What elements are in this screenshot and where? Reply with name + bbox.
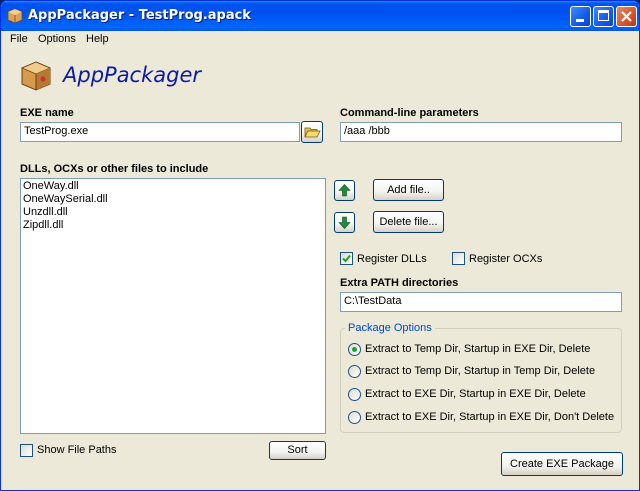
arrow-up-icon [338, 184, 351, 197]
show-file-paths-checkbox[interactable] [20, 444, 33, 457]
maximize-icon [598, 10, 609, 21]
show-file-paths-label: Show File Paths [37, 444, 117, 456]
package-box-icon [20, 61, 52, 91]
radio-selected-dot [352, 347, 357, 352]
window-title: AppPackager - TestProg.apack [28, 8, 251, 23]
package-options-title: Package Options [345, 322, 435, 334]
close-button[interactable] [616, 6, 637, 27]
radio-exe-exe-keep[interactable] [348, 411, 361, 424]
move-down-button[interactable] [334, 212, 355, 233]
list-item[interactable]: Unzdll.dll [23, 206, 323, 219]
list-item[interactable]: Zipdll.dll [23, 219, 323, 232]
menu-bar: File Options Help [1, 31, 639, 49]
app-window: AppPackager - TestProg.apack File Option… [0, 0, 640, 491]
register-ocxs-checkbox[interactable] [452, 252, 465, 265]
delete-file-button-label: Delete file... [379, 216, 438, 228]
files-label: DLLs, OCXs or other files to include [20, 163, 209, 175]
radio-exe-exe-delete[interactable] [348, 388, 361, 401]
register-dlls-checkbox[interactable] [340, 252, 353, 265]
sort-button[interactable]: Sort [269, 441, 326, 460]
minimize-button[interactable] [570, 6, 591, 27]
create-exe-package-label: Create EXE Package [510, 458, 614, 470]
title-bar[interactable]: AppPackager - TestProg.apack [1, 1, 639, 31]
register-ocxs-label: Register OCXs [469, 253, 543, 265]
minimize-icon [576, 19, 584, 22]
delete-file-button[interactable]: Delete file... [373, 211, 444, 233]
register-dlls-label: Register DLLs [357, 253, 427, 265]
move-up-button[interactable] [334, 180, 355, 201]
option-temp-exe-delete-label: Extract to Temp Dir, Startup in EXE Dir,… [365, 343, 591, 355]
checkmark-icon [342, 254, 351, 263]
menu-file[interactable]: File [10, 33, 28, 45]
sort-button-label: Sort [287, 444, 308, 456]
option-exe-exe-keep-label: Extract to EXE Dir, Startup in EXE Dir, … [365, 411, 615, 423]
cmdline-input[interactable]: /aaa /bbb [340, 122, 622, 142]
arrow-down-icon [338, 216, 351, 229]
radio-temp-exe-delete[interactable] [348, 343, 361, 356]
app-logo-title: AppPackager [63, 63, 202, 87]
radio-temp-temp-delete[interactable] [348, 365, 361, 378]
extra-path-label: Extra PATH directories [340, 277, 459, 289]
exe-name-input[interactable]: TestProg.exe [20, 122, 300, 142]
menu-options[interactable]: Options [38, 33, 76, 45]
exe-name-label: EXE name [20, 107, 74, 119]
cmdline-label: Command-line parameters [340, 107, 479, 119]
package-box-icon [7, 8, 23, 24]
option-temp-temp-delete-label: Extract to Temp Dir, Startup in Temp Dir… [365, 365, 596, 377]
browse-exe-button[interactable] [301, 121, 323, 143]
maximize-button[interactable] [593, 6, 614, 27]
menu-help[interactable]: Help [86, 33, 109, 45]
option-exe-exe-delete-label: Extract to EXE Dir, Startup in EXE Dir, … [365, 388, 586, 400]
extra-path-input[interactable]: C:\TestData [340, 292, 622, 312]
list-item[interactable]: OneWay.dll [23, 180, 323, 193]
list-item[interactable]: OneWaySerial.dll [23, 193, 323, 206]
close-icon [621, 11, 632, 22]
add-file-button-label: Add file.. [387, 184, 430, 196]
create-exe-package-button[interactable]: Create EXE Package [501, 452, 623, 476]
files-list[interactable]: OneWay.dll OneWaySerial.dll Unzdll.dll Z… [20, 178, 326, 434]
add-file-button[interactable]: Add file.. [373, 179, 444, 201]
folder-open-icon [304, 127, 321, 138]
